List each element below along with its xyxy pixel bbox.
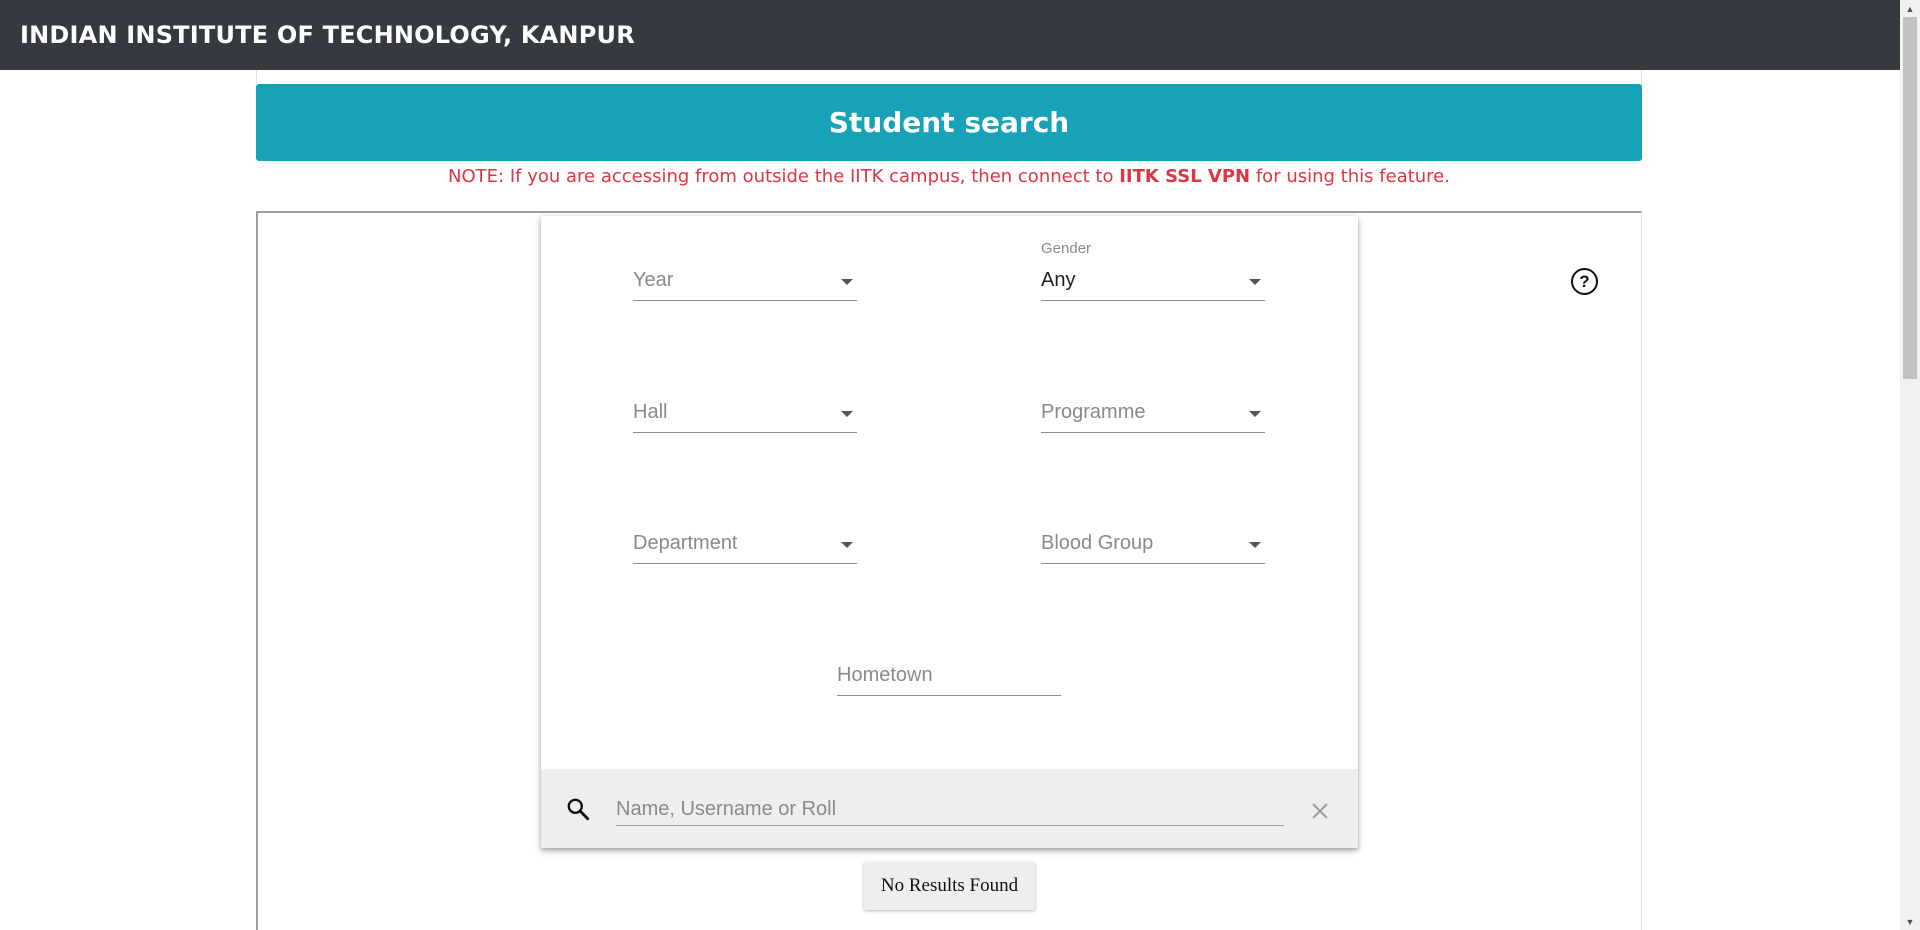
year-select-value: Year — [633, 269, 674, 291]
programme-select-value: Programme — [1041, 401, 1146, 423]
no-results-button[interactable]: No Results Found — [864, 862, 1035, 910]
site-header: INDIAN INSTITUTE OF TECHNOLOGY, KANPUR — [0, 0, 1900, 70]
chevron-down-icon — [1249, 411, 1261, 417]
programme-select[interactable]: Programme — [1041, 393, 1265, 433]
vpn-link-text: IITK SSL VPN — [1119, 166, 1251, 187]
search-card: Year Gender Any Hall Programme Departmen… — [541, 216, 1358, 848]
scrollbar-thumb[interactable] — [1903, 17, 1917, 379]
container-edge — [256, 70, 1642, 84]
site-title: INDIAN INSTITUTE OF TECHNOLOGY, KANPUR — [20, 21, 635, 49]
chevron-down-icon — [841, 279, 853, 285]
page-banner: Student search — [256, 84, 1642, 161]
chevron-down-icon — [1249, 542, 1261, 548]
search-bar — [541, 769, 1358, 848]
search-input[interactable] — [616, 793, 1284, 826]
gender-select-value: Any — [1041, 269, 1076, 291]
department-select[interactable]: Department — [633, 524, 857, 564]
search-icon[interactable] — [565, 796, 591, 822]
blood-group-select-value: Blood Group — [1041, 532, 1154, 554]
chevron-down-icon — [841, 542, 853, 548]
gender-select[interactable]: Gender Any — [1041, 240, 1265, 301]
hometown-field[interactable]: Hometown — [837, 656, 1061, 696]
help-circle-icon[interactable]: ? — [1571, 268, 1598, 295]
hall-select[interactable]: Hall — [633, 393, 857, 433]
hometown-field-placeholder: Hometown — [837, 664, 933, 686]
scroll-up-icon[interactable]: ▲ — [1900, 0, 1920, 17]
page-scrollbar[interactable]: ▲ ▼ — [1900, 0, 1920, 930]
close-icon[interactable] — [1309, 800, 1331, 822]
department-select-value: Department — [633, 532, 738, 554]
blood-group-select[interactable]: Blood Group — [1041, 524, 1265, 564]
chevron-down-icon — [1249, 279, 1261, 285]
scroll-down-icon[interactable]: ▼ — [1900, 913, 1920, 930]
year-select[interactable]: Year — [633, 261, 857, 301]
page-title: Student search — [828, 106, 1070, 139]
note-prefix: NOTE: If you are accessing from outside … — [448, 166, 1120, 187]
note-suffix: for using this feature. — [1250, 166, 1450, 187]
hall-select-value: Hall — [633, 401, 668, 423]
chevron-down-icon — [841, 411, 853, 417]
vpn-note: NOTE: If you are accessing from outside … — [256, 166, 1642, 187]
gender-label: Gender — [1041, 240, 1092, 257]
